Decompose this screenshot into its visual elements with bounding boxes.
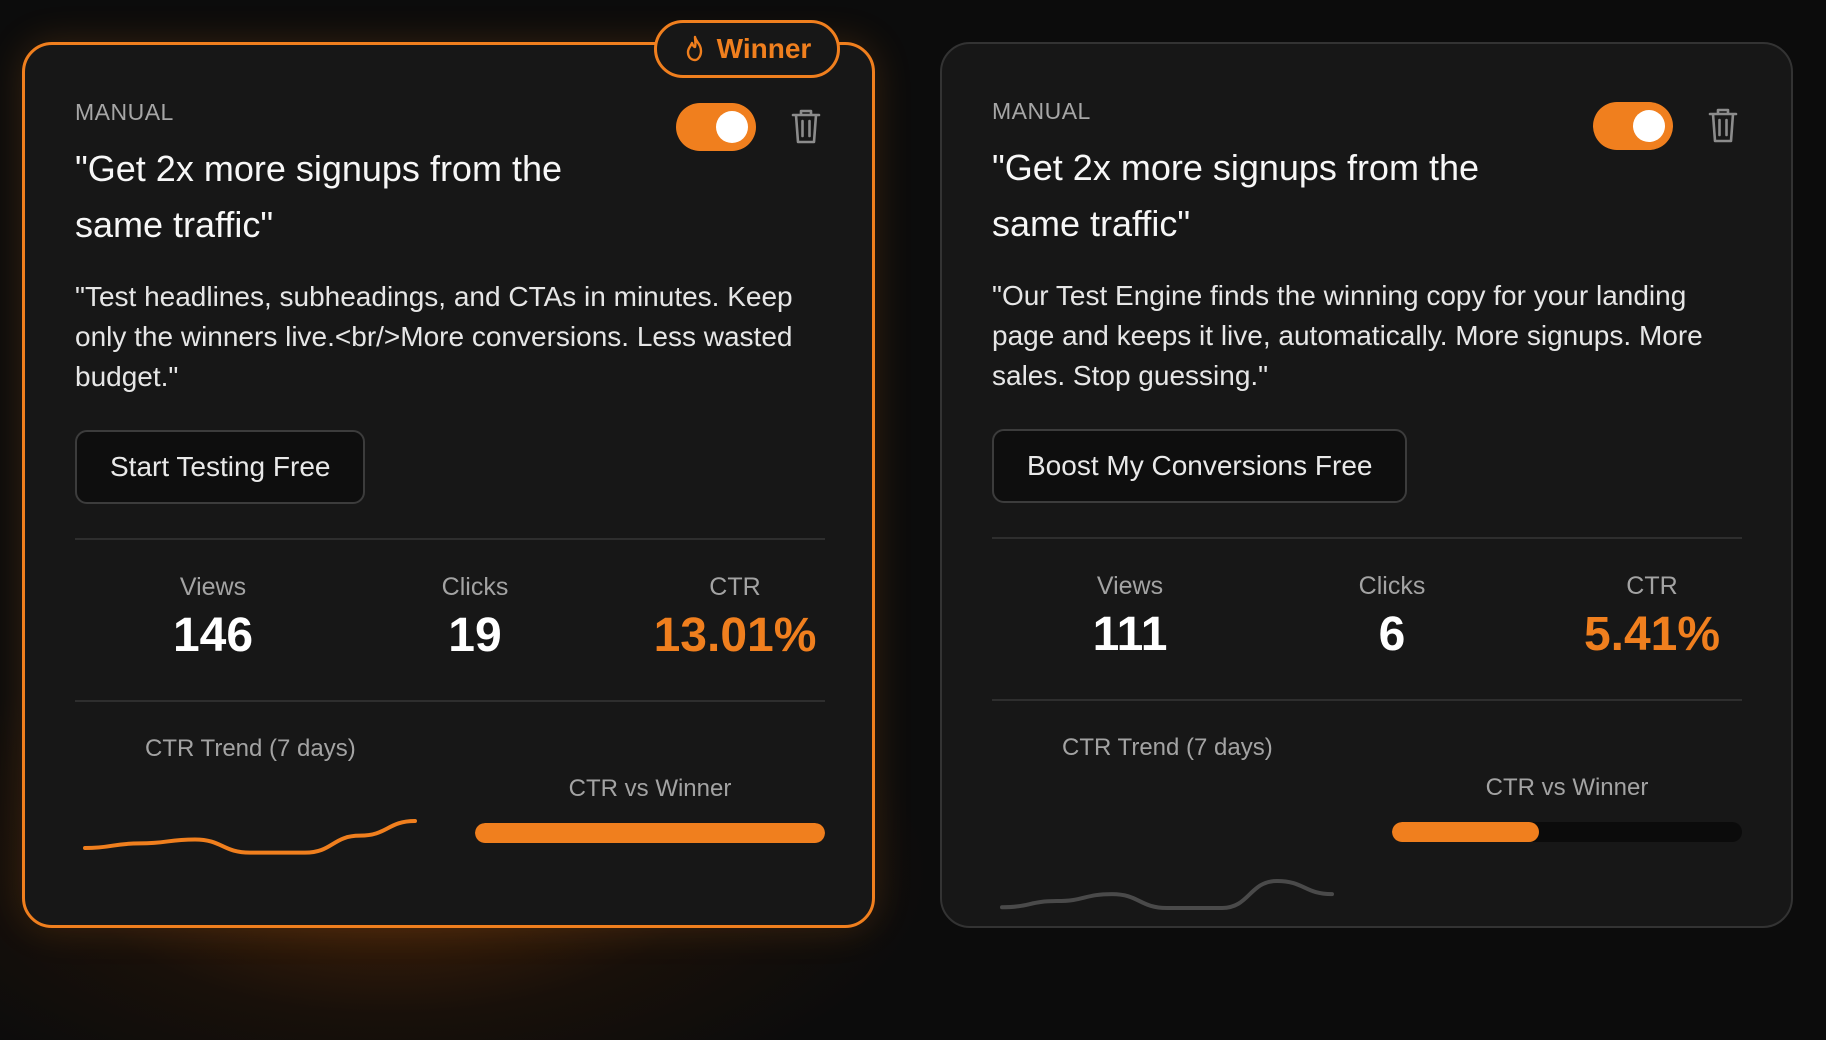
stat-label: Clicks bbox=[441, 573, 509, 601]
stat-value: 19 bbox=[448, 609, 502, 662]
variant-enabled-toggle[interactable] bbox=[1593, 102, 1673, 150]
ctr-trend-sparkline bbox=[1000, 878, 1334, 910]
stat-label: Views bbox=[179, 573, 247, 601]
stat-ctr: CTR 13.01% bbox=[635, 573, 835, 663]
trash-icon[interactable] bbox=[1707, 106, 1739, 144]
variant-description: "Test headlines, subheadings, and CTAs i… bbox=[75, 281, 793, 392]
toggle-knob bbox=[716, 111, 748, 143]
variant-type-label: MANUAL bbox=[992, 98, 1091, 124]
trend-label: CTR Trend (7 days) bbox=[1062, 734, 1273, 761]
winner-badge: Winner bbox=[654, 20, 840, 78]
stat-clicks: Clicks 6 bbox=[1292, 572, 1492, 662]
winner-label: Winner bbox=[716, 33, 812, 64]
stat-views: Views 111 bbox=[1030, 572, 1230, 662]
sparkline-path bbox=[83, 819, 417, 855]
variant-headline: "Get 2x more signups from the same traff… bbox=[992, 147, 1479, 244]
variant-headline: "Get 2x more signups from the same traff… bbox=[75, 148, 562, 245]
ctr-vs-winner-label: CTR vs Winner bbox=[1485, 774, 1649, 801]
divider bbox=[992, 699, 1742, 701]
flame-icon bbox=[686, 35, 702, 62]
divider bbox=[75, 700, 825, 702]
ctr-vs-winner-bar bbox=[475, 823, 825, 843]
stat-label: Clicks bbox=[1358, 572, 1426, 600]
stat-value: 5.41% bbox=[1583, 608, 1721, 661]
stat-value: 146 bbox=[172, 609, 254, 662]
ctr-vs-winner-fill bbox=[475, 823, 825, 843]
stat-clicks: Clicks 19 bbox=[375, 573, 575, 663]
stat-label: Views bbox=[1096, 572, 1164, 600]
ctr-vs-winner-label: CTR vs Winner bbox=[568, 775, 732, 802]
cta-preview-button[interactable]: Boost My Conversions Free bbox=[992, 429, 1408, 503]
trash-icon[interactable] bbox=[790, 107, 822, 145]
stat-value: 111 bbox=[1092, 608, 1168, 661]
ctr-vs-winner-fill bbox=[1392, 822, 1539, 842]
ctr-vs-winner-bar bbox=[1392, 822, 1742, 842]
stat-ctr: CTR 5.41% bbox=[1552, 572, 1752, 662]
stat-value: 6 bbox=[1378, 608, 1406, 661]
divider bbox=[992, 537, 1742, 539]
variant-card-winner: MANUAL "Get 2x more signups from the sam… bbox=[22, 42, 875, 928]
stat-value: 13.01% bbox=[653, 609, 817, 662]
trend-label: CTR Trend (7 days) bbox=[145, 735, 356, 762]
cta-preview-button[interactable]: Start Testing Free bbox=[75, 430, 366, 504]
variant-description: "Our Test Engine finds the winning copy … bbox=[992, 280, 1703, 391]
variant-enabled-toggle[interactable] bbox=[676, 103, 756, 151]
variant-card: MANUAL "Get 2x more signups from the sam… bbox=[940, 42, 1793, 928]
divider bbox=[75, 538, 825, 540]
stat-views: Views 146 bbox=[113, 573, 313, 663]
toggle-knob bbox=[1633, 110, 1665, 142]
ctr-trend-sparkline bbox=[83, 819, 417, 855]
stat-label: CTR bbox=[1626, 572, 1678, 600]
sparkline-path bbox=[1000, 878, 1334, 910]
variant-type-label: MANUAL bbox=[75, 99, 174, 125]
stat-label: CTR bbox=[709, 573, 761, 601]
